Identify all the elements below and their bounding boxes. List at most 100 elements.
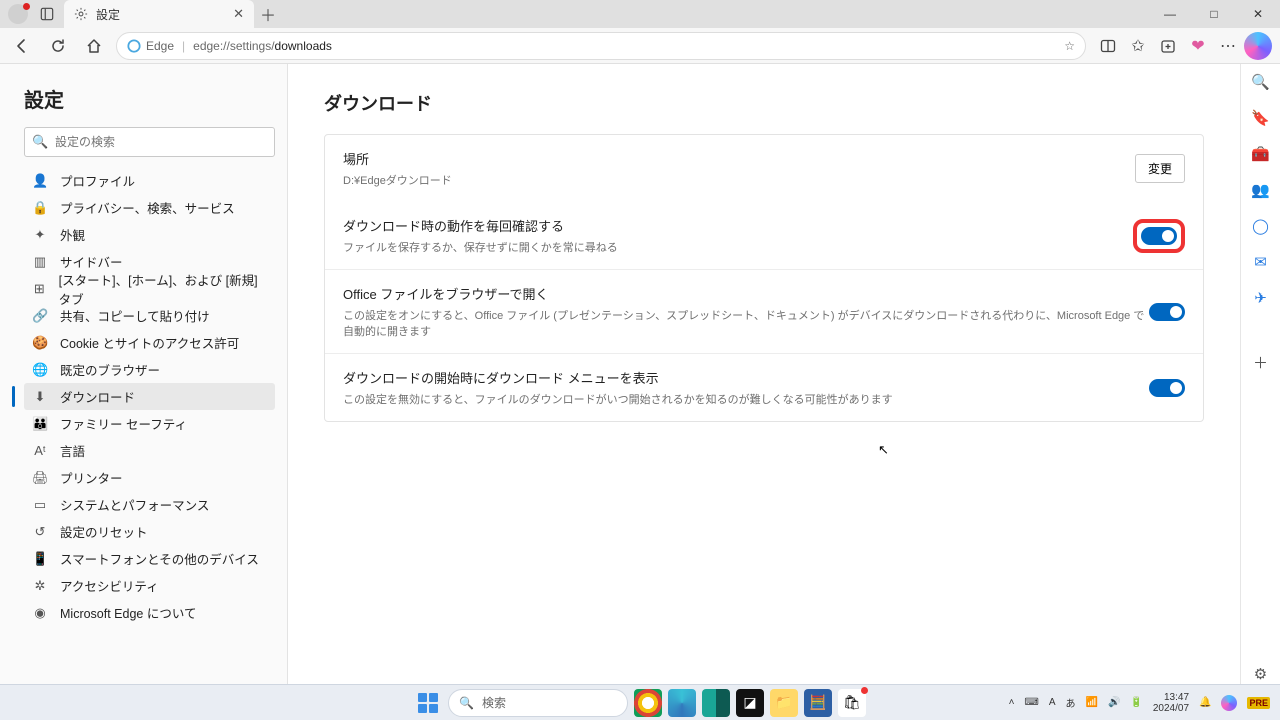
windows-taskbar: 🔍 検索 ◪ 📁 🧮 🛍 ˄ ⌨ A あ 📶 🔊 🔋 13:47 2024/07… (0, 684, 1280, 720)
rail-tools-icon[interactable]: 🧰 (1251, 144, 1271, 164)
taskbar-app-edge[interactable] (668, 689, 696, 717)
tray-battery-icon[interactable]: 🔋 (1130, 697, 1142, 708)
sidebar-item-label: 設定のリセット (60, 522, 148, 541)
sidebar-item-icon: 🍪 (32, 335, 48, 351)
tab-actions-icon[interactable] (38, 5, 56, 23)
tray-premiere-icon[interactable]: PRE (1247, 697, 1270, 709)
sidebar-item-icon: 👪 (32, 416, 48, 432)
sidebar-item-2[interactable]: ✦ 外観 (24, 221, 275, 248)
sidebar-item-12[interactable]: ▭システムとパフォーマンス (24, 491, 275, 518)
back-button[interactable] (8, 32, 36, 60)
location-path: D:¥Edgeダウンロード (343, 172, 1135, 188)
setting-toggle-0[interactable] (1141, 227, 1177, 245)
more-menu-icon[interactable]: ⋯ (1214, 32, 1242, 60)
sidebar-item-icon: ▥ (32, 254, 48, 270)
setting-row-2: ダウンロードの開始時にダウンロード メニューを表示この設定を無効にすると、ファイ… (325, 353, 1203, 421)
search-icon: 🔍 (459, 696, 474, 710)
collections-icon[interactable] (1154, 32, 1182, 60)
sidebar-item-4[interactable]: ⊞[スタート]、[ホーム]、および [新規] タブ (24, 275, 275, 302)
tab-close-icon[interactable]: ✕ (233, 6, 244, 22)
sidebar-item-14[interactable]: 📱スマートフォンとその他のデバイス (24, 545, 275, 572)
copilot-button[interactable] (1244, 32, 1272, 60)
sidebar-item-10[interactable]: Aᵗ言語 (24, 437, 275, 464)
taskbar-search-placeholder: 検索 (482, 694, 506, 711)
sidebar-item-icon: ✦ (32, 227, 48, 243)
sidebar-item-label: 既定のブラウザー (60, 360, 160, 379)
home-button[interactable] (80, 32, 108, 60)
rail-settings-icon[interactable]: ⚙ (1251, 664, 1271, 684)
window-maximize-button[interactable]: □ (1192, 0, 1236, 28)
taskbar-app-terminal[interactable] (702, 689, 730, 717)
split-screen-icon[interactable] (1094, 32, 1122, 60)
edge-logo-icon (127, 39, 141, 53)
sidebar-item-icon: ✲ (32, 578, 48, 594)
rail-shopping-icon[interactable]: 🔖 (1251, 108, 1271, 128)
sidebar-item-9[interactable]: 👪ファミリー セーフティ (24, 410, 275, 437)
sidebar-item-label: スマートフォンとその他のデバイス (60, 549, 259, 568)
wellness-icon[interactable]: ❤ (1184, 32, 1212, 60)
url-prefix: edge://settings/ (193, 39, 274, 53)
refresh-button[interactable] (44, 32, 72, 60)
sidebar-item-6[interactable]: 🍪 Cookie とサイトのアクセス許可 (24, 329, 275, 356)
sidebar-item-icon: 🔒 (32, 200, 48, 216)
new-tab-button[interactable]: ＋ (254, 0, 282, 28)
tray-ime-icon[interactable]: A (1049, 697, 1056, 708)
sidebar-item-7[interactable]: 🌐既定のブラウザー (24, 356, 275, 383)
rail-outlook-icon[interactable]: ✉ (1251, 252, 1271, 272)
taskbar-app-obsidian[interactable]: ◪ (736, 689, 764, 717)
change-location-button[interactable]: 変更 (1135, 154, 1185, 183)
tray-copilot-icon[interactable] (1221, 695, 1237, 711)
rail-people-icon[interactable]: 👥 (1251, 180, 1271, 200)
rail-send-icon[interactable]: ✈ (1251, 288, 1271, 308)
sidebar-item-16[interactable]: ◉Microsoft Edge について (24, 599, 275, 626)
tab-title: 設定 (96, 6, 120, 23)
taskbar-app-chrome[interactable] (634, 689, 662, 717)
sidebar-item-0[interactable]: 👤プロファイル (24, 167, 275, 194)
settings-search-input[interactable] (24, 127, 275, 157)
window-close-button[interactable]: ✕ (1236, 0, 1280, 28)
sidebar-item-13[interactable]: ↺設定のリセット (24, 518, 275, 545)
sidebar-item-label: 外観 (60, 225, 85, 244)
sidebar-item-label: アクセシビリティ (60, 576, 159, 595)
setting-subtitle: この設定を無効にすると、ファイルのダウンロードがいつ開始されるかを知るのが難しく… (343, 391, 1149, 407)
setting-title: ダウンロードの開始時にダウンロード メニューを表示 (343, 368, 1149, 387)
browser-tab[interactable]: 設定 ✕ (64, 0, 254, 28)
sidebar-item-label: プライバシー、検索、サービス (60, 198, 235, 217)
window-minimize-button[interactable]: — (1148, 0, 1192, 28)
setting-toggle-1[interactable] (1149, 303, 1185, 321)
sidebar-item-icon: Aᵗ (32, 443, 48, 458)
sidebar-item-1[interactable]: 🔒 プライバシー、検索、サービス (24, 194, 275, 221)
favorites-icon[interactable]: ✩ (1124, 32, 1152, 60)
setting-row-1: Office ファイルをブラウザーで開くこの設定をオンにすると、Office フ… (325, 269, 1203, 353)
taskbar-clock[interactable]: 13:47 2024/07 (1153, 692, 1189, 714)
address-bar[interactable]: Edge | edge://settings/downloads ☆ (116, 32, 1086, 60)
sidebar-item-label: Cookie とサイトのアクセス許可 (60, 333, 239, 352)
start-button[interactable] (414, 689, 442, 717)
tray-wifi-icon[interactable]: 📶 (1086, 697, 1098, 708)
sidebar-item-15[interactable]: ✲ アクセシビリティ (24, 572, 275, 599)
tray-input-icon[interactable]: あ (1066, 695, 1076, 710)
setting-subtitle: ファイルを保存するか、保存せずに開くかを常に尋ねる (343, 239, 1133, 255)
tray-volume-icon[interactable]: 🔊 (1108, 697, 1120, 708)
profile-avatar[interactable] (8, 4, 28, 24)
sidebar-item-label: 共有、コピーして貼り付け (60, 306, 210, 325)
tray-keyboard-icon[interactable]: ⌨ (1024, 697, 1038, 708)
sidebar-item-icon: 🖨 (32, 470, 48, 486)
setting-toggle-2[interactable] (1149, 379, 1185, 397)
sidebar-item-11[interactable]: 🖨プリンター (24, 464, 275, 491)
rail-office-icon[interactable]: ◯ (1251, 216, 1271, 236)
sidebar-item-8[interactable]: ⬇ダウンロード (24, 383, 275, 410)
rail-add-icon[interactable]: ＋ (1251, 352, 1271, 372)
favorite-star-icon[interactable]: ☆ (1064, 39, 1075, 53)
highlight-box (1133, 219, 1185, 253)
sidebar-item-label: プロファイル (60, 171, 135, 190)
taskbar-app-calc[interactable]: 🧮 (804, 689, 832, 717)
tray-notifications-icon[interactable]: 🔔 (1199, 697, 1211, 708)
rail-search-icon[interactable]: 🔍 (1251, 72, 1271, 92)
sidebar-item-icon: 🔗 (32, 308, 48, 324)
taskbar-app-store[interactable]: 🛍 (838, 689, 866, 717)
tray-chevron-icon[interactable]: ˄ (1009, 697, 1015, 708)
taskbar-search[interactable]: 🔍 検索 (448, 689, 628, 717)
page-heading: ダウンロード (324, 90, 1204, 116)
taskbar-app-explorer[interactable]: 📁 (770, 689, 798, 717)
